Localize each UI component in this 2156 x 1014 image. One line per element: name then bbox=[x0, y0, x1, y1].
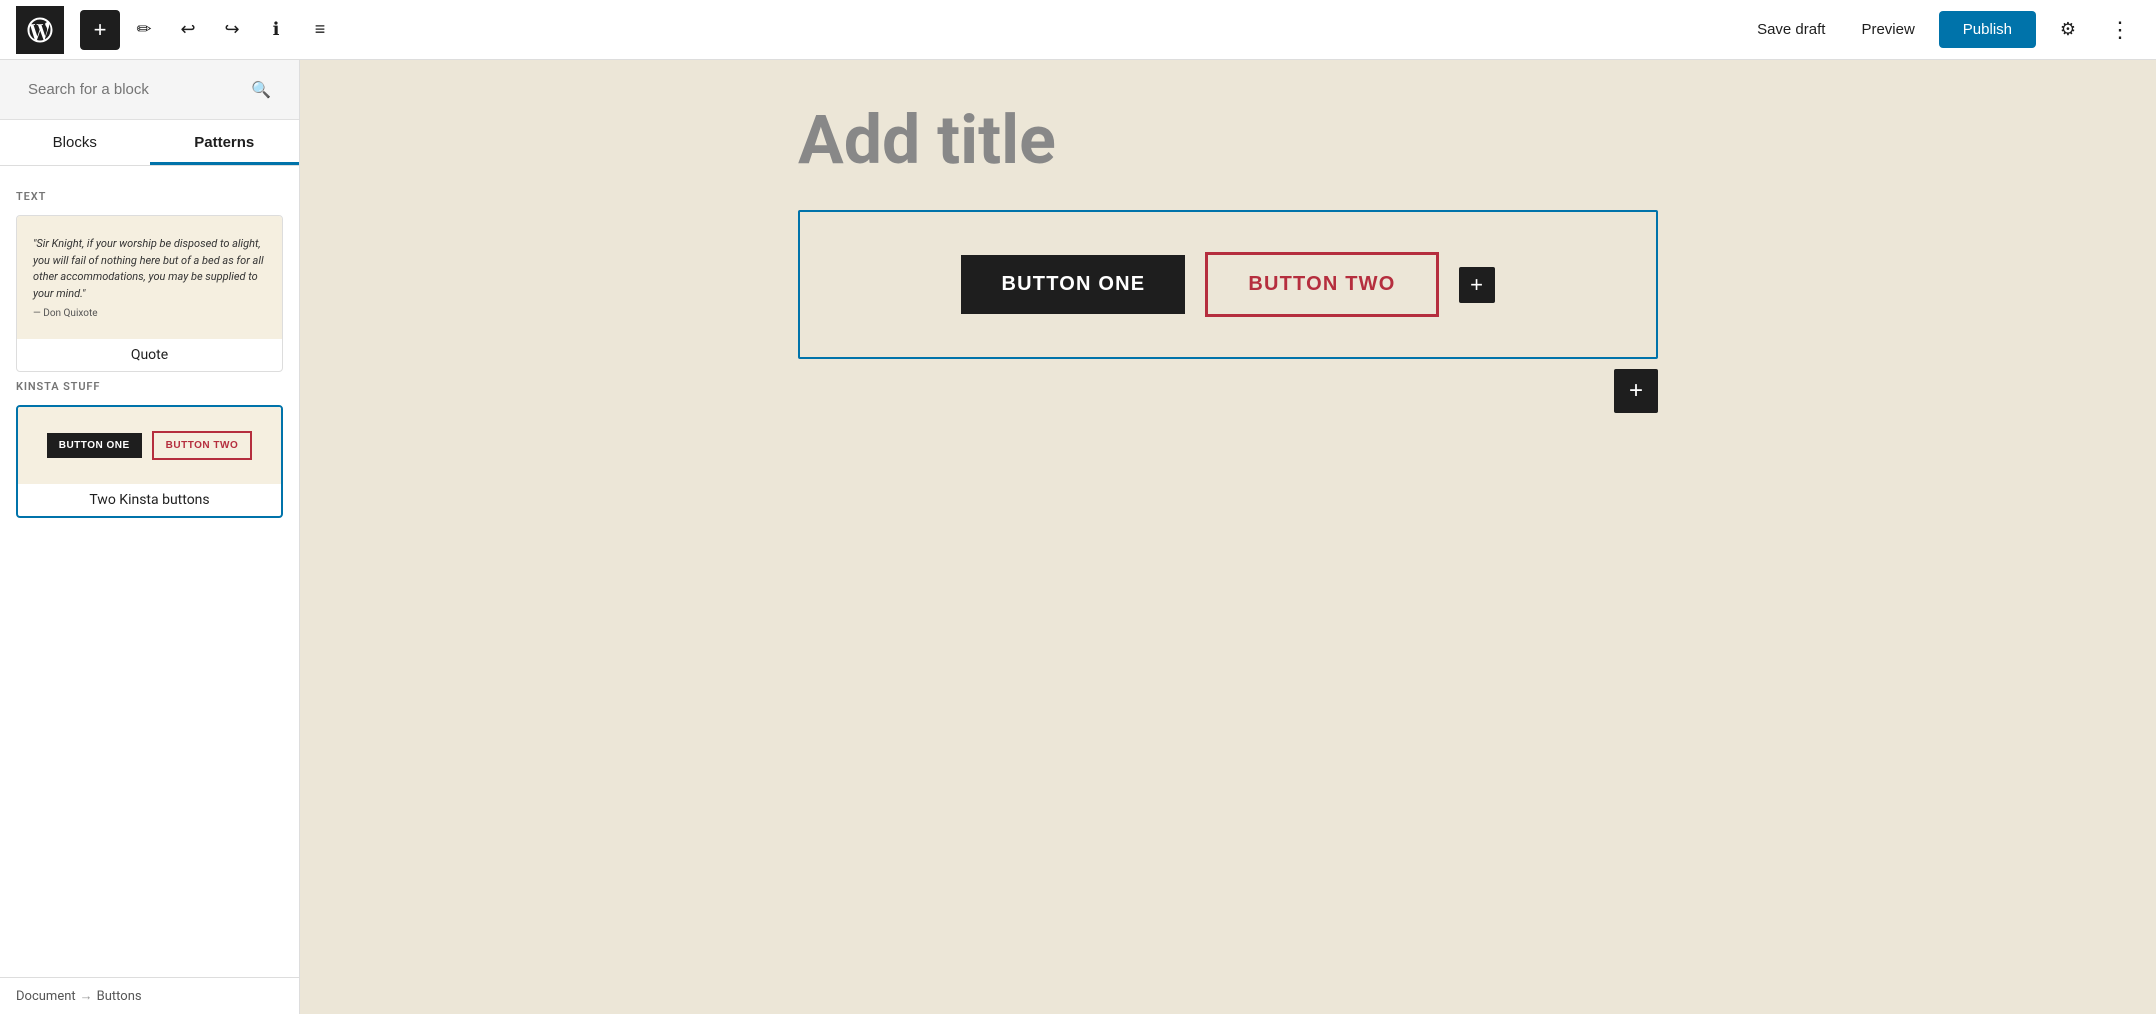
add-title-placeholder[interactable]: Add title bbox=[798, 100, 1658, 180]
more-options-button[interactable]: ⋮ bbox=[2100, 10, 2140, 50]
kinsta-buttons-pattern-card[interactable]: BUTTON ONE BUTTON TWO Two Kinsta buttons bbox=[16, 405, 283, 518]
edit-mode-button[interactable]: ✏ bbox=[124, 10, 164, 50]
list-view-button[interactable]: ≡ bbox=[300, 10, 340, 50]
buttons-block[interactable]: BUTTON ONE BUTTON TWO + bbox=[798, 210, 1658, 359]
list-icon: ≡ bbox=[315, 19, 326, 40]
toolbar-right: Save draft Preview Publish ⚙ ⋮ bbox=[1745, 10, 2140, 50]
tab-patterns[interactable]: Patterns bbox=[150, 120, 300, 165]
sidebar: 🔍 Blocks Patterns TEXT "Sir Knight, if y… bbox=[0, 60, 300, 1014]
quote-text: "Sir Knight, if your worship be disposed… bbox=[33, 236, 266, 302]
quote-preview: "Sir Knight, if your worship be disposed… bbox=[17, 216, 282, 339]
edit-icon: ✏ bbox=[136, 19, 151, 40]
breadcrumb-buttons[interactable]: Buttons bbox=[97, 989, 142, 1004]
add-block-button[interactable]: + bbox=[80, 10, 120, 50]
settings-button[interactable]: ⚙ bbox=[2048, 10, 2088, 50]
plus-icon: + bbox=[1470, 272, 1483, 298]
search-container: 🔍 bbox=[0, 60, 299, 120]
search-input[interactable] bbox=[28, 81, 243, 98]
tab-blocks[interactable]: Blocks bbox=[0, 120, 150, 165]
toolbar: + ✏ ↩ ↪ ℹ ≡ Save draft Preview Publish ⚙… bbox=[0, 0, 2156, 60]
search-icon: 🔍 bbox=[251, 80, 271, 99]
quote-pattern-label: Quote bbox=[17, 339, 282, 371]
breadcrumb-arrow: → bbox=[80, 988, 93, 1004]
undo-button[interactable]: ↩ bbox=[168, 10, 208, 50]
editor-btn-two[interactable]: BUTTON TWO bbox=[1205, 252, 1438, 317]
add-below-container: + bbox=[798, 369, 1658, 429]
redo-icon: ↪ bbox=[224, 19, 239, 40]
gear-icon: ⚙ bbox=[2060, 19, 2076, 40]
redo-button[interactable]: ↪ bbox=[212, 10, 252, 50]
section-label-text: TEXT bbox=[16, 190, 283, 203]
info-button[interactable]: ℹ bbox=[256, 10, 296, 50]
page-title-area: Add title bbox=[798, 100, 1658, 180]
tabs-container: Blocks Patterns bbox=[0, 120, 299, 166]
plus-below-icon: + bbox=[1629, 377, 1643, 405]
preview-btn-two: BUTTON TWO bbox=[152, 431, 253, 460]
breadcrumb-document[interactable]: Document bbox=[16, 989, 76, 1004]
wp-logo bbox=[16, 6, 64, 54]
toolbar-left: + ✏ ↩ ↪ ℹ ≡ bbox=[80, 10, 340, 50]
info-icon: ℹ bbox=[273, 19, 280, 40]
quote-attribution: — Don Quixote bbox=[33, 308, 266, 319]
main-layout: 🔍 Blocks Patterns TEXT "Sir Knight, if y… bbox=[0, 60, 2156, 1014]
search-box: 🔍 bbox=[16, 72, 283, 107]
publish-button[interactable]: Publish bbox=[1939, 11, 2036, 48]
buttons-preview: BUTTON ONE BUTTON TWO bbox=[18, 407, 281, 484]
add-button-inline[interactable]: + bbox=[1459, 267, 1495, 303]
undo-icon: ↩ bbox=[180, 19, 195, 40]
section-label-kinsta: KINSTA STUFF bbox=[16, 380, 283, 393]
quote-pattern-card[interactable]: "Sir Knight, if your worship be disposed… bbox=[16, 215, 283, 372]
save-draft-button[interactable]: Save draft bbox=[1745, 13, 1837, 46]
preview-button[interactable]: Preview bbox=[1849, 13, 1926, 46]
add-block-below-button[interactable]: + bbox=[1614, 369, 1658, 413]
preview-btn-one: BUTTON ONE bbox=[47, 433, 142, 458]
editor-area: Add title BUTTON ONE BUTTON TWO + + bbox=[300, 60, 2156, 1014]
more-icon: ⋮ bbox=[2109, 17, 2131, 43]
kinsta-buttons-pattern-label: Two Kinsta buttons bbox=[18, 484, 281, 516]
sidebar-content: TEXT "Sir Knight, if your worship be dis… bbox=[0, 166, 299, 977]
breadcrumb: Document → Buttons bbox=[0, 977, 299, 1014]
editor-btn-one[interactable]: BUTTON ONE bbox=[961, 255, 1185, 314]
